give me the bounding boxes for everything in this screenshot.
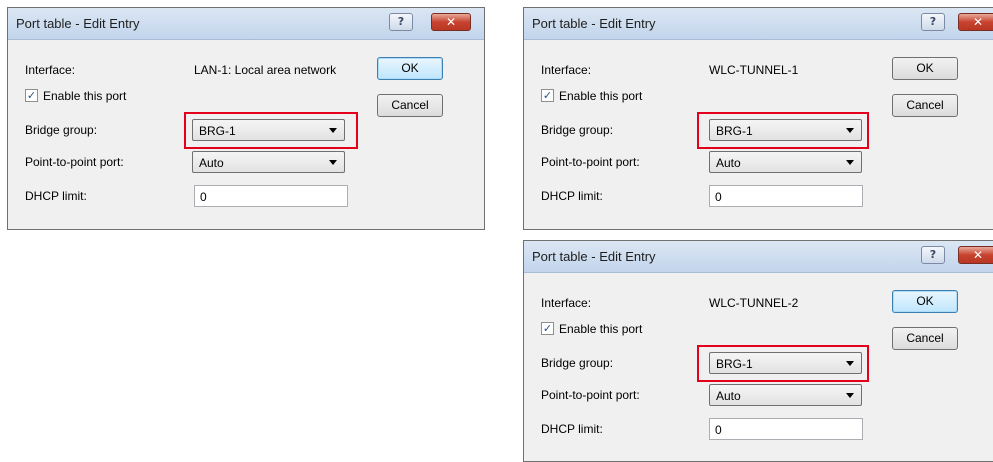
help-button[interactable]: ? <box>921 13 945 31</box>
enable-port-label[interactable]: Enable this port <box>559 89 642 103</box>
bridge-group-label: Bridge group: <box>25 123 98 137</box>
dhcp-limit-input[interactable]: 0 <box>709 185 863 207</box>
dialog-title: Port table - Edit Entry <box>532 249 656 264</box>
bridge-group-select[interactable]: BRG-1 <box>709 352 862 374</box>
p2p-port-label: Point-to-point port: <box>541 155 640 169</box>
help-button[interactable]: ? <box>921 246 945 264</box>
bridge-group-select[interactable]: BRG-1 <box>709 119 862 141</box>
title-bar[interactable]: Port table - Edit Entry ? ✕ <box>8 8 484 40</box>
interface-label: Interface: <box>541 296 592 310</box>
chevron-down-icon <box>846 361 854 366</box>
edit-entry-dialog-lan1: Port table - Edit Entry ? ✕ Interface: L… <box>7 7 485 230</box>
bridge-group-select[interactable]: BRG-1 <box>192 119 345 141</box>
chevron-down-icon <box>329 160 337 165</box>
interface-value: WLC-TUNNEL-1 <box>709 63 799 77</box>
bridge-group-value: BRG-1 <box>716 124 753 138</box>
p2p-port-label: Point-to-point port: <box>541 388 640 402</box>
cancel-button[interactable]: Cancel <box>377 94 443 117</box>
edit-entry-dialog-wlc-tunnel-1: Port table - Edit Entry ? ✕ Interface: W… <box>523 7 993 230</box>
enable-port-checkbox[interactable]: ✓ <box>541 89 554 102</box>
dhcp-limit-input[interactable]: 0 <box>709 418 863 440</box>
chevron-down-icon <box>846 128 854 133</box>
ok-button[interactable]: OK <box>377 57 443 80</box>
dhcp-limit-value: 0 <box>715 423 722 437</box>
interface-label: Interface: <box>25 63 76 77</box>
close-button[interactable]: ✕ <box>958 13 993 31</box>
p2p-port-value: Auto <box>716 156 741 170</box>
title-bar[interactable]: Port table - Edit Entry ? ✕ <box>524 241 993 273</box>
interface-label: Interface: <box>541 63 592 77</box>
dhcp-limit-label: DHCP limit: <box>25 189 87 203</box>
chevron-down-icon <box>329 128 337 133</box>
enable-port-label[interactable]: Enable this port <box>43 89 126 103</box>
bridge-group-label: Bridge group: <box>541 123 614 137</box>
dialog-title: Port table - Edit Entry <box>16 16 140 31</box>
edit-entry-dialog-wlc-tunnel-2: Port table - Edit Entry ? ✕ Interface: W… <box>523 240 993 462</box>
dhcp-limit-value: 0 <box>715 190 722 204</box>
bridge-group-value: BRG-1 <box>716 357 753 371</box>
enable-port-checkbox[interactable]: ✓ <box>541 322 554 335</box>
p2p-port-select[interactable]: Auto <box>709 384 862 406</box>
enable-port-label[interactable]: Enable this port <box>559 322 642 336</box>
dhcp-limit-label: DHCP limit: <box>541 189 603 203</box>
p2p-port-value: Auto <box>199 156 224 170</box>
ok-button[interactable]: OK <box>892 57 958 80</box>
dhcp-limit-label: DHCP limit: <box>541 422 603 436</box>
title-bar[interactable]: Port table - Edit Entry ? ✕ <box>524 8 993 40</box>
bridge-group-label: Bridge group: <box>541 356 614 370</box>
cancel-button[interactable]: Cancel <box>892 327 958 350</box>
dhcp-limit-input[interactable]: 0 <box>194 185 348 207</box>
cancel-button[interactable]: Cancel <box>892 94 958 117</box>
dialog-title: Port table - Edit Entry <box>532 16 656 31</box>
chevron-down-icon <box>846 160 854 165</box>
interface-value: LAN-1: Local area network <box>194 63 337 77</box>
close-button[interactable]: ✕ <box>958 246 993 264</box>
bridge-group-value: BRG-1 <box>199 124 236 138</box>
enable-port-checkbox[interactable]: ✓ <box>25 89 38 102</box>
p2p-port-value: Auto <box>716 389 741 403</box>
p2p-port-label: Point-to-point port: <box>25 155 124 169</box>
chevron-down-icon <box>846 393 854 398</box>
p2p-port-select[interactable]: Auto <box>192 151 345 173</box>
help-button[interactable]: ? <box>389 13 413 31</box>
interface-value: WLC-TUNNEL-2 <box>709 296 799 310</box>
ok-button[interactable]: OK <box>892 290 958 313</box>
p2p-port-select[interactable]: Auto <box>709 151 862 173</box>
dhcp-limit-value: 0 <box>200 190 207 204</box>
close-button[interactable]: ✕ <box>431 13 471 31</box>
